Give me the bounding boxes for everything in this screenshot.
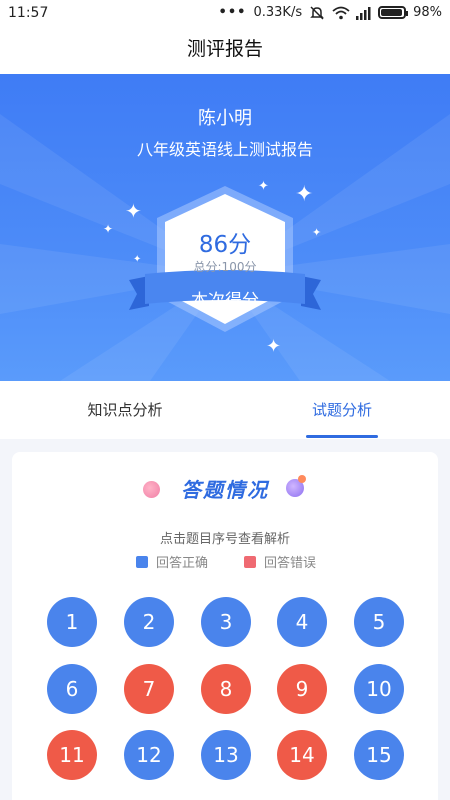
- question-button[interactable]: 14: [277, 730, 327, 780]
- sparkle-icon: ✦: [258, 179, 269, 194]
- more-dots-icon: •••: [218, 5, 247, 20]
- sparkle-icon: ✦: [103, 222, 114, 236]
- question-button[interactable]: 12: [124, 730, 174, 780]
- nav-header: 测评报告: [0, 28, 450, 74]
- analysis-tabs: 知识点分析 试题分析: [0, 381, 450, 439]
- ribbon-label: 本次得分: [191, 291, 259, 311]
- sparkle-icon: ✦: [295, 182, 314, 207]
- sparkle-icon: ✦: [125, 199, 142, 223]
- status-indicators: ••• 0.33K/s 98%: [219, 5, 442, 20]
- sparkle-icon: ✦: [312, 226, 322, 239]
- score-value: 86分: [198, 232, 252, 258]
- student-name: 陈小明: [198, 108, 252, 129]
- report-title: 八年级英语线上测试报告: [136, 140, 313, 159]
- sparkle-icon: ✦: [133, 254, 142, 265]
- page-title: 测评报告: [186, 38, 263, 60]
- question-button[interactable]: 6: [47, 664, 97, 714]
- question-button[interactable]: 4: [277, 597, 327, 647]
- question-button[interactable]: 10: [354, 664, 404, 714]
- answer-card: 答题情况 点击题目序号查看解析 回答正确 回答错误 1 2 3 4 5 6 7 8 9 10 11 1…: [12, 452, 438, 800]
- question-button[interactable]: 2: [124, 597, 174, 647]
- question-button[interactable]: 13: [201, 730, 251, 780]
- question-grid: 1 2 3 4 5 6 7 8 9 10 11 12 13 14 15: [12, 452, 438, 800]
- question-button[interactable]: 9: [277, 664, 327, 714]
- tab-knowledge-analysis[interactable]: 知识点分析: [60, 381, 190, 439]
- signal-icon: [355, 6, 371, 20]
- status-time: 11:57: [8, 5, 49, 21]
- question-button[interactable]: 7: [124, 664, 174, 714]
- active-tab-indicator: [306, 435, 378, 438]
- question-button[interactable]: 1: [47, 597, 97, 647]
- question-button[interactable]: 8: [201, 664, 251, 714]
- tab-question-analysis[interactable]: 试题分析: [280, 381, 404, 439]
- mute-bell-icon: [309, 5, 325, 20]
- status-bar: 11:57 ••• 0.33K/s 98%: [0, 0, 450, 28]
- question-button[interactable]: 3: [201, 597, 251, 647]
- total-score: 总分:100分: [193, 260, 257, 274]
- question-button[interactable]: 5: [354, 597, 404, 647]
- battery-icon: [378, 6, 409, 19]
- sparkle-icon: ✦: [266, 336, 282, 357]
- net-speed: 0.33K/s: [253, 5, 303, 20]
- score-hero: 陈小明 八年级英语线上测试报告 86分 总分:100分 本次得分 ✦ ✦ ✦ ✦…: [0, 74, 450, 381]
- wifi-icon: [332, 6, 350, 20]
- question-button[interactable]: 15: [354, 730, 404, 780]
- question-button[interactable]: 11: [47, 730, 97, 780]
- battery-level: 98%: [413, 5, 442, 20]
